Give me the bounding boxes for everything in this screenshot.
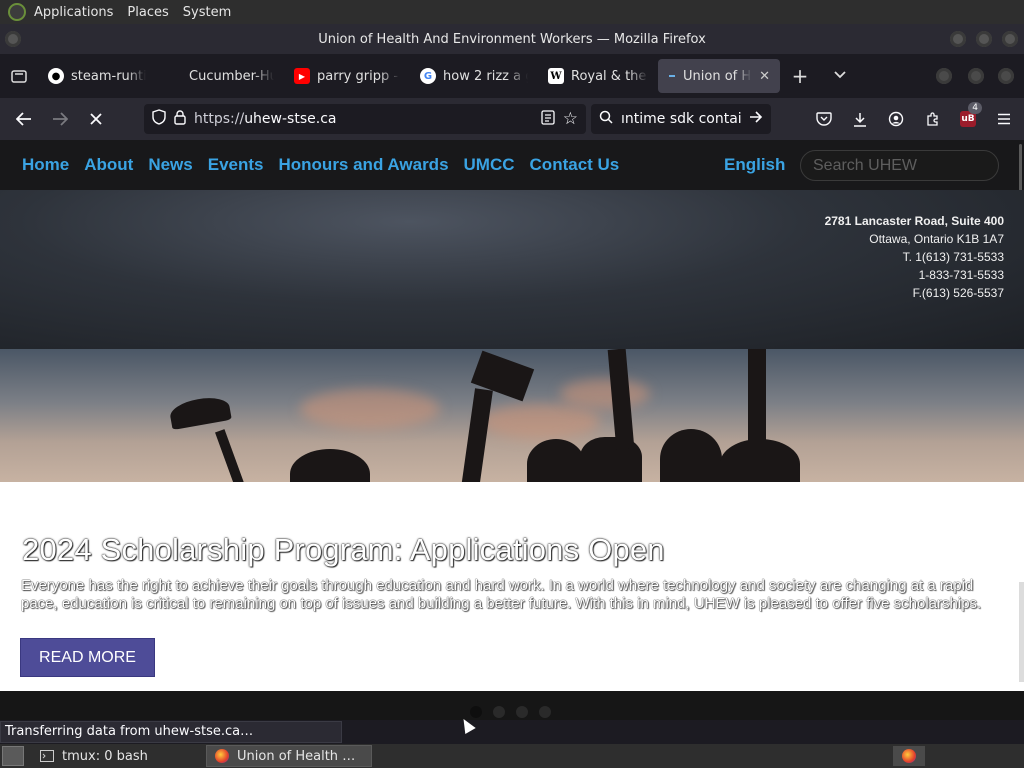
tab-uhew[interactable]: Union of He ✕ <box>658 59 780 93</box>
downloads-icon[interactable] <box>842 104 878 134</box>
read-more-button[interactable]: READ MORE <box>20 638 155 677</box>
fax-number: F.(613) 526-5537 <box>912 286 1004 300</box>
window-menu-icon[interactable] <box>5 31 21 47</box>
firefox-tray-icon <box>902 749 916 763</box>
window-titlebar[interactable]: Union of Health And Environment Workers … <box>0 24 1024 54</box>
toolbar-actions: uB 4 <box>806 102 1022 134</box>
firefox-icon <box>215 749 229 763</box>
nav-about[interactable]: About <box>84 155 133 175</box>
task-firefox[interactable]: Union of Health An… <box>206 745 372 767</box>
nav-events[interactable]: Events <box>208 155 264 175</box>
google-icon: G <box>420 68 436 84</box>
carousel-dot-3[interactable] <box>516 706 528 718</box>
ublock-origin-icon[interactable]: uB 4 <box>950 102 986 134</box>
contact-address: 2781 Lancaster Road, Suite 400 Ottawa, O… <box>825 212 1004 302</box>
url-text[interactable]: https://uhew-stse.ca <box>194 111 533 127</box>
wikipedia-icon: W <box>548 68 564 84</box>
stop-loading-button[interactable] <box>78 104 114 134</box>
address-line-2: Ottawa, Ontario K1B 1A7 <box>869 232 1004 246</box>
bookmark-star-icon[interactable]: ☆ <box>563 109 578 129</box>
window-control-icon <box>998 68 1014 84</box>
site-search-input[interactable] <box>800 150 999 181</box>
terminal-icon <box>40 749 54 763</box>
carousel-indicators <box>470 706 551 718</box>
tracking-protection-icon[interactable] <box>152 109 166 129</box>
tab-parry-gripp[interactable]: ▶ parry gripp - s <box>284 59 410 93</box>
slide-edge <box>1019 582 1024 682</box>
applications-menu[interactable]: Applications <box>34 5 113 20</box>
back-button[interactable] <box>6 104 42 134</box>
minimize-icon[interactable] <box>950 31 966 47</box>
youtube-icon: ▶ <box>294 68 310 84</box>
bottom-taskbar: tmux: 0 bash Union of Health An… <box>0 744 1024 768</box>
window-title: Union of Health And Environment Workers … <box>318 31 706 47</box>
carousel-dot-4[interactable] <box>539 706 551 718</box>
nav-contact-us[interactable]: Contact Us <box>530 155 620 175</box>
address-line-1: 2781 Lancaster Road, Suite 400 <box>824 214 1004 228</box>
hamburger-menu-icon[interactable] <box>986 104 1022 134</box>
slide-body: Everyone has the right to achieve their … <box>21 577 982 612</box>
carousel-dot-2[interactable] <box>493 706 505 718</box>
tab-cucumber[interactable]: Cucumber-Hummingbird <box>156 59 284 93</box>
github-icon: ● <box>48 68 64 84</box>
maximize-icon[interactable] <box>976 31 992 47</box>
nav-news[interactable]: News <box>148 155 192 175</box>
web-content: Home About News Events Honours and Award… <box>0 140 1024 720</box>
tab-wikipedia[interactable]: W Royal & the Se <box>538 59 658 93</box>
system-menu[interactable]: System <box>183 5 231 20</box>
phone-number: T. 1(613) 731-5533 <box>902 250 1004 264</box>
firefox-view-icon[interactable] <box>0 68 38 84</box>
slide-title: 2024 Scholarship Program: Applications O… <box>22 532 665 567</box>
reader-view-icon[interactable] <box>541 109 555 129</box>
show-desktop-icon[interactable] <box>2 746 24 766</box>
tollfree-number: 1-833-731-5533 <box>918 268 1004 282</box>
search-input[interactable]: ıntime sdk containe <box>621 111 741 127</box>
new-tab-button[interactable]: + <box>780 64 820 88</box>
list-all-tabs-icon[interactable] <box>820 69 860 83</box>
language-switch[interactable]: English <box>724 155 785 175</box>
lock-icon[interactable] <box>174 109 186 129</box>
distro-logo-icon <box>8 3 26 21</box>
carousel-slide: 2024 Scholarship Program: Applications O… <box>0 482 1024 691</box>
ublock-badge: 4 <box>968 102 982 114</box>
window-control-icon <box>968 68 984 84</box>
close-window-icon[interactable] <box>1002 31 1018 47</box>
pocket-icon[interactable] <box>806 104 842 134</box>
navigation-toolbar: https://uhew-stse.ca ☆ ıntime sdk contai… <box>0 98 1024 140</box>
workspace-switcher[interactable] <box>893 746 925 766</box>
forward-button[interactable] <box>42 104 78 134</box>
search-go-icon[interactable] <box>749 111 763 127</box>
nav-umcc[interactable]: UMCC <box>464 155 515 175</box>
header-banner: 2781 Lancaster Road, Suite 400 Ottawa, O… <box>0 190 1024 349</box>
account-icon[interactable] <box>878 104 914 134</box>
loading-icon <box>668 72 676 80</box>
hero-graduation-image <box>0 349 1024 482</box>
top-panel: Applications Places System <box>0 0 1024 24</box>
nav-home[interactable]: Home <box>22 155 69 175</box>
status-panel: Transferring data from uhew-stse.ca… <box>0 721 342 743</box>
nav-honours-and-awards[interactable]: Honours and Awards <box>279 155 449 175</box>
url-bar[interactable]: https://uhew-stse.ca ☆ <box>144 104 586 134</box>
task-tmux[interactable]: tmux: 0 bash <box>32 745 198 767</box>
close-tab-icon[interactable]: ✕ <box>759 69 770 84</box>
tab-steam-runtime[interactable]: ● steam-runtime <box>38 59 156 93</box>
extensions-icon[interactable] <box>914 104 950 134</box>
tab-strip: ● steam-runtime Cucumber-Hummingbird ▶ p… <box>0 54 1024 98</box>
window-control-icon <box>936 68 952 84</box>
places-menu[interactable]: Places <box>127 5 168 20</box>
page-icon <box>166 68 182 84</box>
carousel-dot-1[interactable] <box>470 706 482 718</box>
search-icon <box>599 110 613 128</box>
tab-google[interactable]: G how 2 rizz a g <box>410 59 538 93</box>
search-bar[interactable]: ıntime sdk containe <box>591 104 771 134</box>
